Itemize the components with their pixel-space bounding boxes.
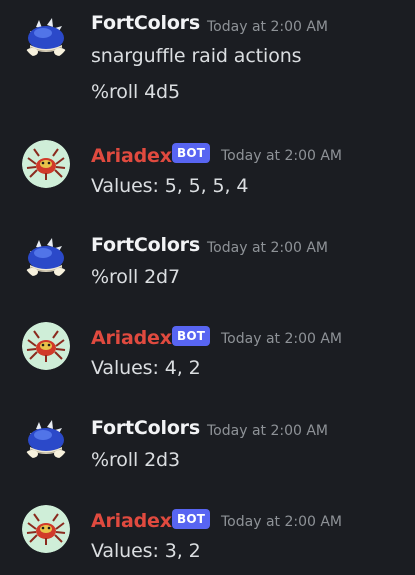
message-text: snarguffle raid actions <box>91 45 302 67</box>
ariados-spider-icon <box>22 505 70 553</box>
message-text: Values: 3, 2 <box>91 540 201 562</box>
blue-spiny-shell-icon <box>26 238 66 276</box>
message-text: Values: 5, 5, 5, 4 <box>91 175 249 197</box>
message-timestamp: Today at 2:00 AM <box>207 423 329 439</box>
chat-message-list: FortColors Today at 2:00 AM snarguffle r… <box>0 0 415 575</box>
message-author[interactable]: Ariadex <box>91 327 172 349</box>
message-timestamp: Today at 2:00 AM <box>207 19 329 35</box>
bot-badge: BOT <box>172 509 211 529</box>
bot-avatar[interactable] <box>22 140 70 188</box>
bot-badge: BOT <box>172 326 211 346</box>
user-avatar[interactable] <box>22 232 70 280</box>
message-author[interactable]: FortColors <box>91 234 200 256</box>
message-author[interactable]: Ariadex <box>91 510 172 532</box>
message-text: %roll 4d5 <box>91 81 181 103</box>
message-text: %roll 2d7 <box>91 266 181 288</box>
user-avatar[interactable] <box>22 12 70 60</box>
user-avatar[interactable] <box>22 414 70 462</box>
ariados-spider-icon <box>22 322 70 370</box>
message-timestamp: Today at 2:00 AM <box>221 148 343 164</box>
bot-avatar[interactable] <box>22 322 70 370</box>
ariados-spider-icon <box>22 140 70 188</box>
message-author[interactable]: FortColors <box>91 12 200 34</box>
message-author[interactable]: Ariadex <box>91 145 172 167</box>
message-timestamp: Today at 2:00 AM <box>221 514 343 530</box>
message-author[interactable]: FortColors <box>91 417 200 439</box>
blue-spiny-shell-icon <box>26 420 66 458</box>
message-timestamp: Today at 2:00 AM <box>207 240 329 256</box>
bot-avatar[interactable] <box>22 505 70 553</box>
blue-spiny-shell-icon <box>26 18 66 56</box>
message-text: %roll 2d3 <box>91 449 181 471</box>
bot-badge: BOT <box>172 143 211 163</box>
message-timestamp: Today at 2:00 AM <box>221 331 343 347</box>
message-text: Values: 4, 2 <box>91 357 201 379</box>
